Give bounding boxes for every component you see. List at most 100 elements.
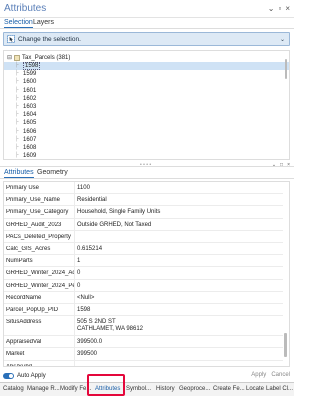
tree-item[interactable]: ├ 1602 (4, 95, 289, 103)
tree-item-label: 1608 (23, 144, 37, 151)
window-options-icon[interactable]: ⌄ (268, 4, 275, 13)
dock-tab-history[interactable]: History (156, 386, 175, 392)
column-divider (74, 218, 75, 230)
tree-item-list: ├ 1598 ├ 1599 ├ 1600 ├ 1601 ├ 1602 ├ 1603 ├ 1604 ├ 1605… (4, 62, 289, 160)
attribute-row[interactable]: Calc_GIS_Acres 0.615214 (4, 243, 283, 256)
column-divider (74, 255, 75, 267)
window-title: Attributes (4, 3, 47, 14)
attribute-row[interactable]: GRHED_Winter_2024_Acre 0 (4, 267, 283, 280)
attribute-field-value[interactable]: 505 S 2ND ST CATHLAMET, WA 98612 (77, 319, 277, 333)
attribute-value-line: 399500 (77, 351, 98, 358)
apply-button[interactable]: Apply (251, 372, 266, 378)
dock-tab-create-features[interactable]: Create Fe... (213, 386, 245, 392)
attributes-tab-highlight (87, 374, 125, 396)
attribute-row[interactable]: Primary Use 1100 (4, 182, 283, 195)
polygon-layer-icon (14, 54, 20, 61)
attribute-value-line: 1 (77, 258, 81, 265)
tab-attributes[interactable]: Attributes (4, 169, 34, 178)
tree-item[interactable]: ├ 1606 (4, 128, 289, 136)
tree-item-label: 1607 (23, 136, 37, 143)
attribute-field-name: Primary_Use_Name (6, 197, 61, 204)
detail-tab-strip: Attributes Geometry (0, 169, 294, 179)
change-selection-dropdown[interactable]: Change the selection. ⌄ (3, 32, 290, 46)
selection-tool-icon (7, 35, 15, 43)
dock-tab-label-classes[interactable]: Label Cl... (266, 386, 293, 392)
attribute-row[interactable]: Primary_Use_Category Household, Single Fa… (4, 206, 283, 219)
attribute-value-line: 0 (77, 282, 81, 289)
auto-apply-control[interactable]: Auto Apply (3, 371, 46, 380)
attribute-field-value[interactable]: 1598 (77, 307, 277, 314)
dock-tab-locate[interactable]: Locate (246, 386, 264, 392)
collapse-toggle-icon[interactable]: ⊟ (7, 54, 12, 61)
tree-connector: ├ (15, 152, 19, 159)
attribute-value-line: Residential (77, 197, 107, 204)
attribute-field-value[interactable]: 399500.0 (77, 339, 277, 346)
tree-item[interactable]: ├ 1609 (4, 152, 289, 160)
attribute-value-line: 0 (77, 270, 81, 277)
attribute-row[interactable]: SitusAddress 505 S 2ND ST CATHLAMET, WA 98… (4, 316, 283, 337)
tree-item[interactable]: ├ 1599 (4, 70, 289, 78)
tree-item[interactable]: ├ 1608 (4, 144, 289, 152)
tree-connector: ├ (15, 127, 19, 134)
attribute-value-line: 0.615214 (77, 246, 103, 252)
attribute-row[interactable]: Abs/Subd (4, 360, 283, 367)
tree-item-label: 1599 (23, 71, 37, 78)
attribute-row[interactable]: Parcel_PopUp_PID 1598 (4, 304, 283, 317)
attribute-field-value[interactable]: 0 (77, 270, 277, 277)
attribute-field-value[interactable]: Residential (77, 197, 277, 204)
attribute-row[interactable]: Market 399500 (4, 348, 283, 361)
dock-tab-catalog[interactable]: Catalog (3, 386, 24, 392)
tree-item[interactable]: ├ 1601 (4, 87, 289, 95)
attribute-row[interactable]: PACs_Deleted_Property (4, 230, 283, 243)
attribute-row[interactable]: AppraisedVal 399500.0 (4, 336, 283, 349)
lower-restore-icon[interactable]: □ (280, 162, 283, 168)
attribute-row[interactable]: NumParts 1 (4, 255, 283, 268)
window-close-icon[interactable]: × (285, 4, 290, 13)
attribute-grid-scrollbar[interactable] (283, 183, 288, 365)
attribute-field-value[interactable]: Household, Single Family Units (77, 209, 277, 216)
change-selection-text: Change the selection. (18, 36, 81, 43)
attribute-row[interactable]: GRHED_Winter_2024_Perc 0 (4, 279, 283, 292)
attribute-field-value[interactable]: 399500 (77, 351, 277, 358)
attribute-field-value[interactable]: 0 (77, 283, 277, 290)
lower-options-icon[interactable]: ⌄ (272, 162, 276, 168)
attribute-field-value[interactable]: <Null> (77, 295, 277, 302)
tree-item[interactable]: ├ 1603 (4, 103, 289, 111)
attribute-field-value[interactable]: 1100 (77, 185, 277, 192)
dock-tab-geoprocessing[interactable]: Geoproce... (179, 386, 210, 392)
window-restore-icon[interactable]: ▫ (278, 4, 281, 13)
attribute-field-name: Abs/Subd (6, 363, 33, 367)
attribute-row[interactable]: RecordName <Null> (4, 291, 283, 304)
tree-item[interactable]: ├ 1605 (4, 119, 289, 127)
tree-item[interactable]: ├ 1598 (4, 62, 289, 71)
tab-selection[interactable]: Selection (4, 19, 33, 28)
tree-item[interactable]: ├ 1600 (4, 78, 289, 86)
tree-item-label: 1603 (23, 103, 37, 110)
tree-item-label: 1609 (23, 153, 37, 160)
attribute-field-value[interactable]: Outside GRHED, Not Taxed (77, 222, 277, 229)
dock-tab-symbology[interactable]: Symbol... (126, 386, 151, 392)
tab-geometry[interactable]: Geometry (37, 169, 68, 176)
attribute-field-name: NumParts (6, 258, 33, 265)
tree-item-label: 1601 (23, 87, 37, 94)
column-divider (74, 336, 75, 348)
attribute-row[interactable]: GRHED_Audit_2023 Outside GRHED, Not Taxed (4, 218, 283, 231)
auto-apply-toggle[interactable] (3, 372, 14, 379)
lower-close-icon[interactable]: × (287, 162, 290, 168)
attribute-row[interactable]: Primary_Use_Name Residential (4, 194, 283, 207)
tree-item[interactable]: ├ 1607 (4, 136, 289, 144)
tab-layers[interactable]: Layers (33, 19, 54, 26)
dock-tab-manage-replicas[interactable]: Manage R... (27, 386, 60, 392)
splitter-grip-icon[interactable]: • • • • (140, 162, 151, 168)
tree-connector: ├ (15, 102, 19, 109)
tree-connector: ├ (15, 62, 19, 68)
tree-item-label: 1602 (23, 95, 37, 102)
cancel-button[interactable]: Cancel (271, 372, 290, 378)
auto-apply-label: Auto Apply (17, 372, 46, 379)
attribute-field-value[interactable]: 0.615214 (77, 246, 277, 253)
tree-root-tax-parcels[interactable]: ⊟ Tax_Parcels (381) (7, 54, 70, 62)
tree-scrollbar[interactable] (284, 53, 288, 157)
tree-item[interactable]: ├ 1604 (4, 111, 289, 119)
pane-splitter[interactable]: • • • • ⌄ □ × (0, 161, 294, 168)
attribute-field-value[interactable]: 1 (77, 258, 277, 265)
